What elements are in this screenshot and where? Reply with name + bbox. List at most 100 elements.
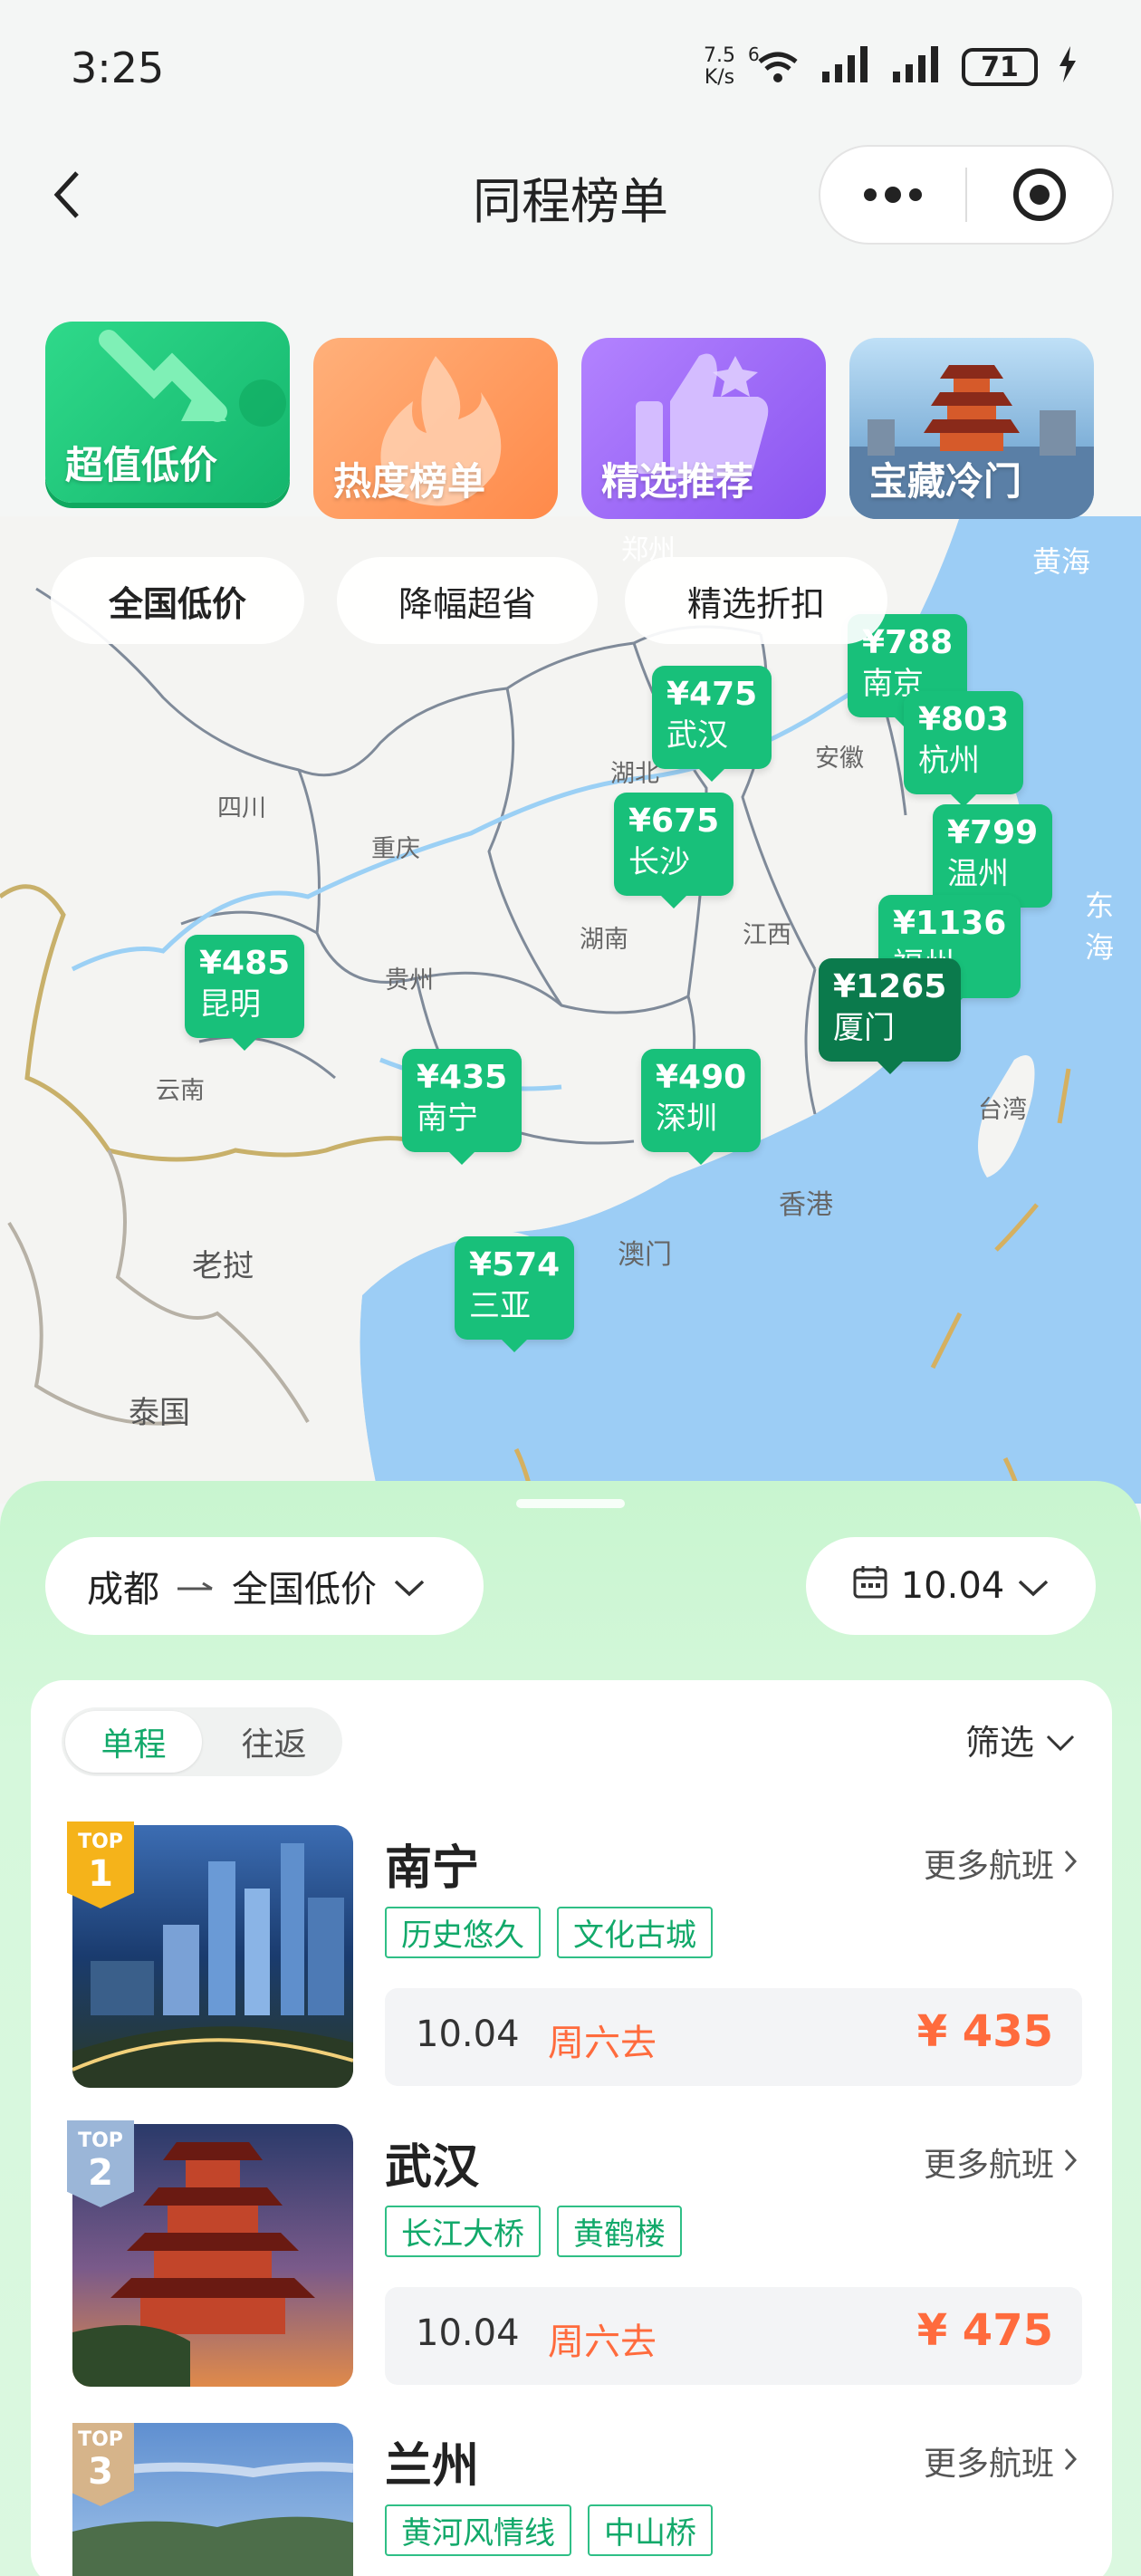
tab-one-way[interactable]: 单程 [65, 1711, 202, 1773]
battery-level: 71 [981, 51, 1019, 83]
fare-row[interactable]: 10.04 周六去 ¥ 475 [385, 2287, 1082, 2385]
pin-price: ¥435 [417, 1059, 508, 1096]
filter-button[interactable]: 筛选 [965, 1715, 1076, 1764]
map-tab-discount[interactable]: 精选折扣 [625, 557, 887, 644]
category-label: 超值低价 [65, 443, 218, 487]
category-picks[interactable]: 精选推荐 [581, 338, 826, 519]
province-label: 贵州 [385, 966, 434, 995]
category-low-price[interactable]: 超值低价 [45, 322, 290, 503]
fare-date: 10.04 [416, 2014, 520, 2055]
map-pin[interactable]: ¥675 长沙 [614, 793, 734, 908]
charging-icon [1058, 45, 1078, 89]
rank-top-label: TOP [78, 2428, 123, 2451]
city-tags: 历史悠久 文化古城 [385, 1907, 713, 1958]
sea-label: 东海 [1085, 889, 1115, 965]
pin-price: ¥675 [628, 803, 720, 840]
calendar-icon [852, 1563, 888, 1609]
fare-row[interactable]: 10.04 周六去 ¥ 435 [385, 1988, 1082, 2086]
pin-city: 深圳 [656, 1101, 717, 1137]
city-tag: 黄河风情线 [385, 2504, 571, 2556]
arrow-right-icon [176, 1565, 216, 1607]
city-name: 武汉 [385, 2140, 480, 2195]
map-pin-selected[interactable]: ¥1265 厦门 [819, 958, 962, 1074]
more-button[interactable] [820, 147, 965, 243]
rank-number: 3 [88, 2451, 113, 2493]
more-flights-link[interactable]: 更多航班 [924, 2437, 1078, 2485]
pin-price: ¥799 [947, 814, 1039, 851]
more-flights-link[interactable]: 更多航班 [924, 2139, 1078, 2186]
chevron-down-icon [1017, 1565, 1050, 1607]
category-cards: 超值低价 热度榜单 精选推荐 宝藏冷门 [45, 322, 1096, 521]
filter-label: 筛选 [964, 1723, 1034, 1763]
chevron-right-icon [1063, 2443, 1078, 2480]
pin-city: 长沙 [628, 844, 690, 880]
rank-badge: TOP 2 [67, 2120, 134, 2207]
chevron-down-icon [1045, 1720, 1076, 1760]
category-hot-list[interactable]: 热度榜单 [313, 338, 558, 519]
country-label: 泰国 [129, 1395, 190, 1431]
fare-weekday: 周六去 [548, 2321, 657, 2363]
province-label: 湖南 [580, 926, 628, 954]
ranking-item[interactable]: TOP 1 南宁 更多航班 历史悠久 文化古城 10.04 周六去 ¥ 435 [67, 1821, 1082, 2097]
pin-price: ¥490 [656, 1059, 747, 1096]
city-tag: 历史悠久 [385, 1907, 541, 1958]
chevron-right-icon [1063, 2144, 1078, 2181]
category-label: 精选推荐 [601, 459, 754, 504]
ranking-item[interactable]: TOP 2 武汉 更多航班 长江大桥 黄鹤楼 10.04 周六去 ¥ 475 [67, 2120, 1082, 2396]
pin-city: 南宁 [417, 1101, 478, 1137]
chevron-down-icon [393, 1565, 426, 1607]
speed-unit: K/s [704, 66, 735, 89]
rank-badge: TOP 1 [67, 1821, 134, 1908]
province-label: 台湾 [978, 1096, 1027, 1124]
province-label: 四川 [217, 794, 266, 822]
map-pin[interactable]: ¥803 杭州 [904, 691, 1024, 807]
fare-price: ¥ 475 [916, 2305, 1053, 2356]
ranking-card: 单程 往返 筛选 TOP 1 南宁 更多航班 历史悠久 文化古城 10.04 周… [31, 1680, 1112, 2576]
selected-date: 10.04 [900, 1565, 1005, 1607]
speed-value: 7.5 [704, 44, 735, 67]
rank-top-label: TOP [78, 2129, 123, 2152]
results-sheet: 成都 全国低价 10.04 单程 往返 筛选 TOP 1 南宁 更多航班 历史悠… [0, 1481, 1141, 2576]
city-tag: 长江大桥 [385, 2206, 541, 2257]
city-tag: 黄鹤楼 [557, 2206, 682, 2257]
map-pin[interactable]: ¥490 深圳 [641, 1049, 762, 1165]
nav-header: 同程榜单 [0, 136, 1141, 254]
sheet-drag-handle[interactable] [516, 1499, 625, 1508]
pin-price: ¥574 [469, 1246, 561, 1283]
city-tag: 中山桥 [588, 2504, 713, 2556]
region-label: 澳门 [618, 1239, 672, 1271]
category-hidden-gems[interactable]: 宝藏冷门 [849, 338, 1094, 519]
rank-top-label: TOP [78, 1831, 123, 1853]
status-icons: 7.5 K/s 6 71 [704, 43, 1078, 89]
ranking-item[interactable]: TOP 3 兰州 更多航班 黄河风情线 中山桥 [72, 2423, 1078, 2576]
rank-number: 2 [88, 2152, 113, 2194]
map-tab-price-drop[interactable]: 降幅超省 [337, 557, 598, 644]
map-pin[interactable]: ¥799 温州 [933, 804, 1053, 920]
more-flights-label: 更多航班 [923, 1848, 1054, 1885]
tab-round-trip[interactable]: 往返 [206, 1707, 342, 1776]
network-speed: 7.5 K/s [704, 45, 735, 89]
close-miniapp-button[interactable] [967, 147, 1112, 243]
pin-price: ¥1265 [833, 968, 947, 1005]
sea-label: 黄海 [1032, 544, 1091, 579]
date-selector[interactable]: 10.04 [806, 1537, 1096, 1635]
fare-date: 10.04 [416, 2312, 520, 2354]
more-flights-link[interactable]: 更多航班 [924, 1840, 1078, 1887]
map-pin[interactable]: ¥435 南宁 [402, 1049, 523, 1165]
country-label: 老挝 [192, 1248, 254, 1284]
map-pin[interactable]: ¥485 昆明 [185, 935, 305, 1051]
map-tab-national-low[interactable]: 全国低价 [51, 557, 304, 644]
more-flights-label: 更多航班 [923, 2446, 1054, 2483]
city-tags: 黄河风情线 中山桥 [385, 2504, 713, 2556]
map-pin[interactable]: ¥574 三亚 [455, 1236, 575, 1352]
route-selector[interactable]: 成都 全国低价 [45, 1537, 484, 1635]
map-pin[interactable]: ¥475 武汉 [652, 666, 772, 782]
pin-city: 武汉 [666, 717, 728, 754]
more-dots-icon [864, 187, 922, 203]
city-name: 南宁 [385, 1841, 480, 1896]
origin-city: 成都 [87, 1569, 159, 1610]
price-map[interactable]: 四川 重庆 贵州 云南 湖北 湖南 江西 安徽 台湾 香港 澳门 黄海 东海 郑… [0, 516, 1141, 1504]
rank-number: 1 [88, 1853, 113, 1895]
rank-badge: TOP 3 [72, 2423, 134, 2506]
province-label: 安徽 [815, 745, 864, 773]
